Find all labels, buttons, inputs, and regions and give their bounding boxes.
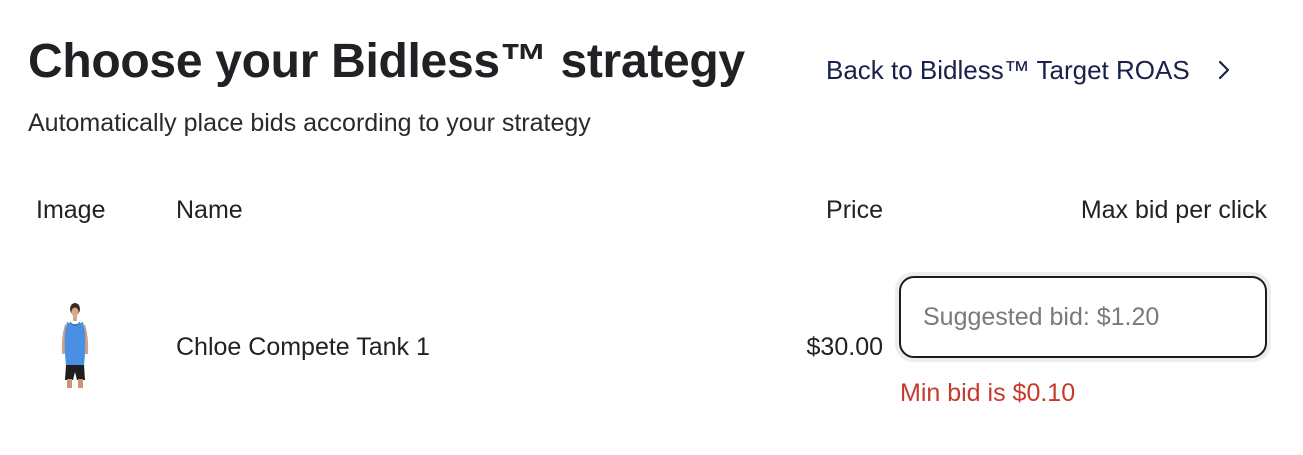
back-link-label: Back to Bidless™ Target ROAS xyxy=(826,54,1190,85)
max-bid-field-focus-ring xyxy=(895,272,1271,362)
product-name: Chloe Compete Tank 1 xyxy=(176,333,430,361)
chevron-right-icon xyxy=(1218,60,1229,80)
max-bid-input[interactable] xyxy=(899,276,1267,358)
column-header-max-bid: Max bid per click xyxy=(1080,196,1267,224)
page-subtitle: Automatically place bids according to yo… xyxy=(28,109,591,137)
back-to-target-roas-link[interactable]: Back to Bidless™ Target ROAS xyxy=(826,50,1234,90)
product-price: $30.00 xyxy=(806,333,883,361)
page-title: Choose your Bidless™ strategy xyxy=(28,35,745,88)
min-bid-error: Min bid is $0.10 xyxy=(900,379,1076,407)
column-header-price: Price xyxy=(826,196,883,224)
product-thumbnail xyxy=(61,303,89,388)
column-header-image: Image xyxy=(36,196,106,224)
column-header-name: Name xyxy=(176,196,243,224)
